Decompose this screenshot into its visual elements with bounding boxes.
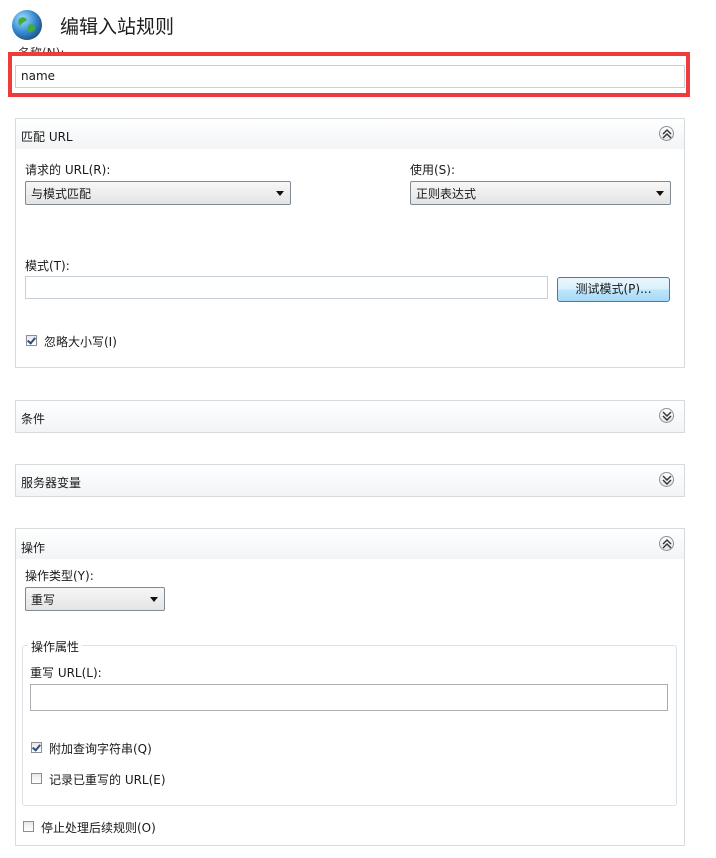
conditions-title: 条件	[21, 412, 46, 426]
dropdown-arrow-icon	[656, 191, 664, 196]
action-title: 操作	[21, 541, 46, 555]
append-query-checkbox[interactable]	[31, 742, 42, 753]
requested-url-value: 与模式匹配	[31, 187, 92, 201]
ignore-case-checkbox[interactable]	[26, 335, 37, 346]
conditions-header[interactable]: 条件	[16, 401, 684, 432]
server-variables-header[interactable]: 服务器变量	[16, 465, 684, 496]
expand-icon[interactable]	[659, 472, 674, 487]
using-select[interactable]: 正则表达式	[410, 181, 671, 205]
dropdown-arrow-icon	[276, 191, 284, 196]
stop-processing-checkbox[interactable]	[23, 821, 34, 832]
conditions-panel: 条件	[15, 400, 685, 433]
log-rewritten-checkbox[interactable]	[31, 773, 42, 784]
pattern-label: 模式(T):	[25, 259, 70, 273]
log-rewritten-label: 记录已重写的 URL(E)	[49, 773, 166, 787]
dropdown-arrow-icon	[150, 597, 158, 602]
highlight-box	[8, 52, 690, 97]
globe-icon	[12, 10, 42, 40]
using-label: 使用(S):	[410, 163, 456, 177]
pattern-input[interactable]	[25, 276, 548, 299]
match-url-header[interactable]: 匹配 URL	[16, 119, 684, 149]
action-properties-legend: 操作属性	[28, 638, 83, 655]
match-url-panel: 匹配 URL	[15, 118, 685, 368]
match-url-title: 匹配 URL	[21, 130, 73, 144]
server-variables-title: 服务器变量	[21, 476, 82, 490]
server-variables-panel: 服务器变量	[15, 464, 685, 497]
test-pattern-button[interactable]: 测试模式(P)...	[557, 277, 670, 302]
ignore-case-label: 忽略大小写(I)	[44, 335, 117, 349]
rewrite-url-input[interactable]	[30, 684, 668, 711]
action-type-select[interactable]: 重写	[25, 587, 165, 611]
rewrite-url-label: 重写 URL(L):	[30, 666, 102, 680]
requested-url-select[interactable]: 与模式匹配	[25, 181, 291, 205]
expand-icon[interactable]	[659, 408, 674, 423]
collapse-icon[interactable]	[659, 536, 674, 551]
collapse-icon[interactable]	[659, 126, 674, 141]
append-query-label: 附加查询字符串(Q)	[49, 742, 152, 756]
using-value: 正则表达式	[416, 187, 477, 201]
page-title: 编辑入站规则	[60, 16, 175, 38]
requested-url-label: 请求的 URL(R):	[25, 163, 111, 177]
action-type-label: 操作类型(Y):	[25, 569, 94, 583]
action-type-value: 重写	[31, 593, 56, 607]
action-header[interactable]: 操作	[16, 529, 684, 559]
stop-processing-label: 停止处理后续规则(O)	[41, 821, 156, 835]
